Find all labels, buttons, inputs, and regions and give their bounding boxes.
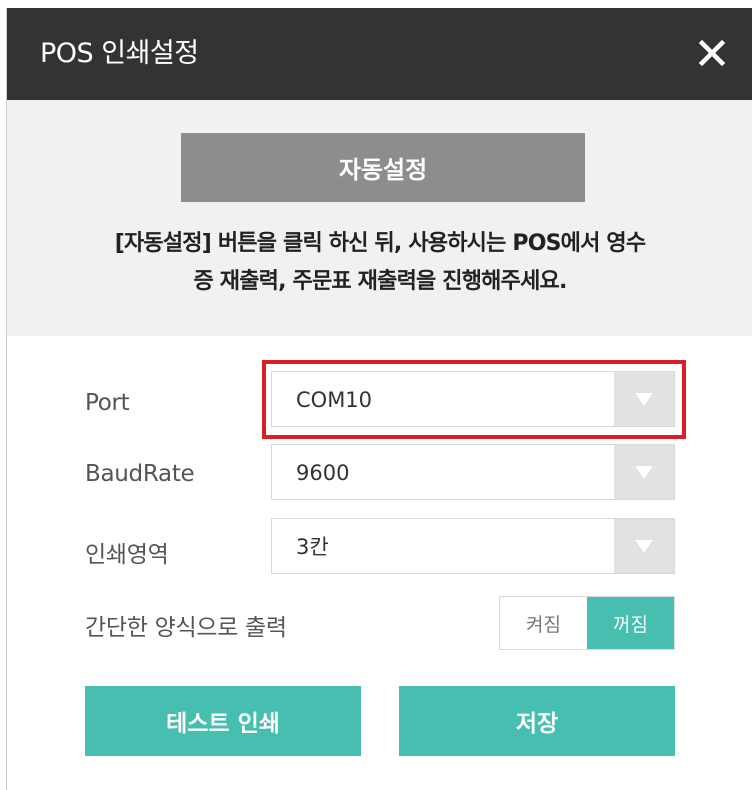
dialog-header: POS 인쇄설정 xyxy=(7,8,752,100)
chevron-down-icon xyxy=(635,540,653,553)
simple-print-label: 간단한 양식으로 출력 xyxy=(85,615,287,641)
toggle-off-option[interactable]: 꺼짐 xyxy=(587,597,674,649)
auto-setup-button[interactable]: 자동설정 xyxy=(181,133,585,202)
print-area-dropdown-arrow[interactable] xyxy=(614,519,674,573)
auto-setup-description: [자동설정] 버튼을 클릭 하신 뒤, 사용하시는 POS에서 영수 증 재출력… xyxy=(47,225,713,301)
auto-setup-description-line1: [자동설정] 버튼을 클릭 하신 뒤, 사용하시는 POS에서 영수 xyxy=(114,231,646,256)
print-area-select[interactable]: 3칸 xyxy=(271,518,675,574)
toggle-on-option[interactable]: 켜짐 xyxy=(500,597,587,649)
save-button[interactable]: 저장 xyxy=(399,686,675,756)
pos-print-settings-dialog: POS 인쇄설정 자동설정 [자동설정] 버튼을 클릭 하신 뒤, 사용하시는 … xyxy=(6,8,752,790)
port-select[interactable]: COM10 xyxy=(271,371,675,427)
baudrate-select[interactable]: 9600 xyxy=(271,444,675,500)
close-icon xyxy=(698,39,726,67)
close-button[interactable] xyxy=(689,30,735,76)
port-label: Port xyxy=(85,390,130,416)
print-area-value: 3칸 xyxy=(296,535,329,559)
baudrate-label: BaudRate xyxy=(85,461,195,487)
port-value: COM10 xyxy=(296,388,373,412)
auto-setup-description-line2: 증 재출력, 주문표 재출력을 진행해주세요. xyxy=(193,269,567,294)
port-dropdown-arrow[interactable] xyxy=(614,372,674,426)
auto-setup-panel: 자동설정 [자동설정] 버튼을 클릭 하신 뒤, 사용하시는 POS에서 영수 … xyxy=(7,100,752,336)
chevron-down-icon xyxy=(635,393,653,406)
baudrate-dropdown-arrow[interactable] xyxy=(614,445,674,499)
test-print-button[interactable]: 테스트 인쇄 xyxy=(85,686,361,756)
chevron-down-icon xyxy=(635,466,653,479)
print-area-label: 인쇄영역 xyxy=(85,542,169,568)
dialog-title: POS 인쇄설정 xyxy=(40,38,199,69)
simple-print-toggle: 켜짐 꺼짐 xyxy=(499,596,675,650)
baudrate-value: 9600 xyxy=(296,461,350,485)
